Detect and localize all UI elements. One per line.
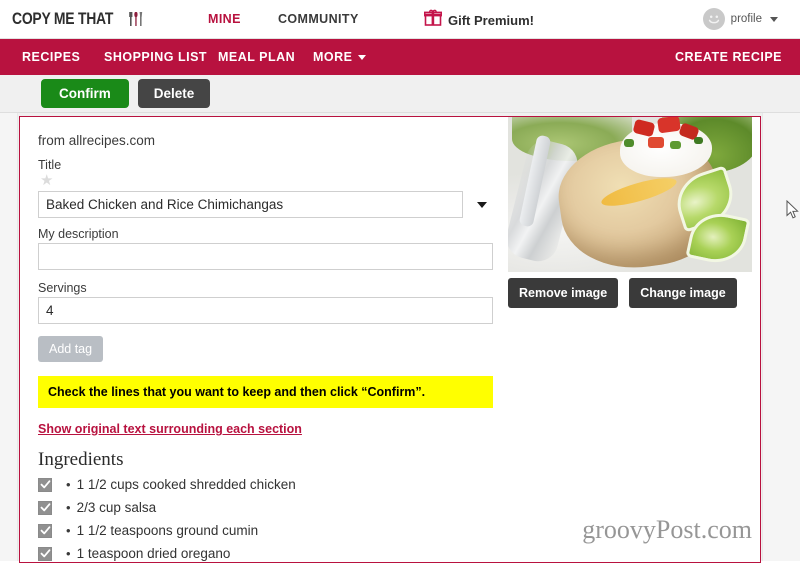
list-item: • 1 1/2 cups cooked shredded chicken [38, 473, 760, 496]
nav-community[interactable]: COMMUNITY [278, 12, 359, 26]
logo-text: COPY ME THAT [12, 9, 114, 28]
action-toolbar: Confirm Delete [0, 75, 800, 113]
bullet-icon: • [66, 477, 71, 492]
bullet-icon: • [66, 546, 71, 561]
ingredient-text: 1 1/2 teaspoons ground cumin [76, 523, 259, 538]
servings-input[interactable] [38, 297, 493, 324]
bullet-icon: • [66, 500, 71, 515]
remove-image-button[interactable]: Remove image [508, 278, 619, 308]
instruction-banner: Check the lines that you want to keep an… [38, 376, 493, 408]
nav-mine[interactable]: MINE [208, 12, 241, 26]
recipe-photo [508, 117, 752, 272]
page-body: from allrecipes.com Title ★ My descripti… [0, 113, 800, 563]
list-item: • 1 teaspoon dried oregano [38, 542, 760, 562]
profile-menu[interactable]: profile [702, 8, 778, 30]
nav-item-more-label: MORE [313, 50, 353, 64]
utensils-icon [127, 9, 147, 29]
gift-icon [423, 9, 443, 31]
nav-item-meal-plan[interactable]: MEAL PLAN [218, 50, 295, 64]
list-item: • 1 1/2 teaspoons ground cumin [38, 519, 760, 542]
ingredient-checkbox[interactable] [38, 500, 52, 515]
recipe-edit-card: from allrecipes.com Title ★ My descripti… [19, 116, 761, 563]
ingredients-heading: Ingredients [38, 449, 124, 470]
top-bar: COPY ME THAT MINE COMMUNITY Gift Premium… [0, 0, 800, 39]
gift-premium-link[interactable]: Gift Premium! [423, 9, 534, 31]
bullet-icon: • [66, 523, 71, 538]
delete-button[interactable]: Delete [137, 79, 211, 108]
ingredients-list: • 1 1/2 cups cooked shredded chicken • 2… [38, 473, 760, 562]
title-dropdown-icon[interactable] [477, 201, 487, 208]
right-rail [762, 113, 800, 561]
add-tag-button[interactable]: Add tag [38, 336, 104, 362]
ingredient-text: 1 1/2 cups cooked shredded chicken [76, 477, 296, 492]
title-input[interactable] [38, 191, 463, 218]
gift-premium-label: Gift Premium! [448, 12, 534, 28]
chevron-down-icon [357, 54, 366, 60]
description-input[interactable] [38, 243, 493, 270]
create-recipe-button[interactable]: CREATE RECIPE [675, 50, 782, 64]
nav-item-more[interactable]: MORE [313, 50, 366, 64]
ingredient-checkbox[interactable] [38, 477, 52, 492]
change-image-button[interactable]: Change image [629, 278, 737, 308]
image-actions: Remove image Change image [508, 278, 752, 308]
site-logo[interactable]: COPY ME THAT [12, 9, 147, 29]
chevron-down-icon [770, 16, 778, 22]
main-navigation: RECIPES SHOPPING LIST MEAL PLAN MORE CRE… [0, 39, 800, 75]
ingredient-checkbox[interactable] [38, 523, 52, 538]
profile-label: profile [730, 13, 762, 25]
ingredient-text: 2/3 cup salsa [76, 500, 157, 515]
list-item: • 2/3 cup salsa [38, 496, 760, 519]
title-row [38, 191, 496, 218]
recipe-form: from allrecipes.com Title ★ My descripti… [20, 117, 760, 562]
nav-item-recipes[interactable]: RECIPES [22, 50, 80, 64]
confirm-button[interactable]: Confirm [41, 79, 129, 108]
ingredient-checkbox[interactable] [38, 546, 52, 561]
recipe-image-panel: Remove image Change image [508, 117, 752, 308]
smiley-avatar-icon [702, 8, 725, 30]
ingredient-text: 1 teaspoon dried oregano [76, 546, 231, 561]
nav-item-shopping-list[interactable]: SHOPPING LIST [104, 50, 207, 64]
left-rail [0, 113, 18, 561]
show-original-text-link[interactable]: Show original text surrounding each sect… [38, 422, 302, 436]
